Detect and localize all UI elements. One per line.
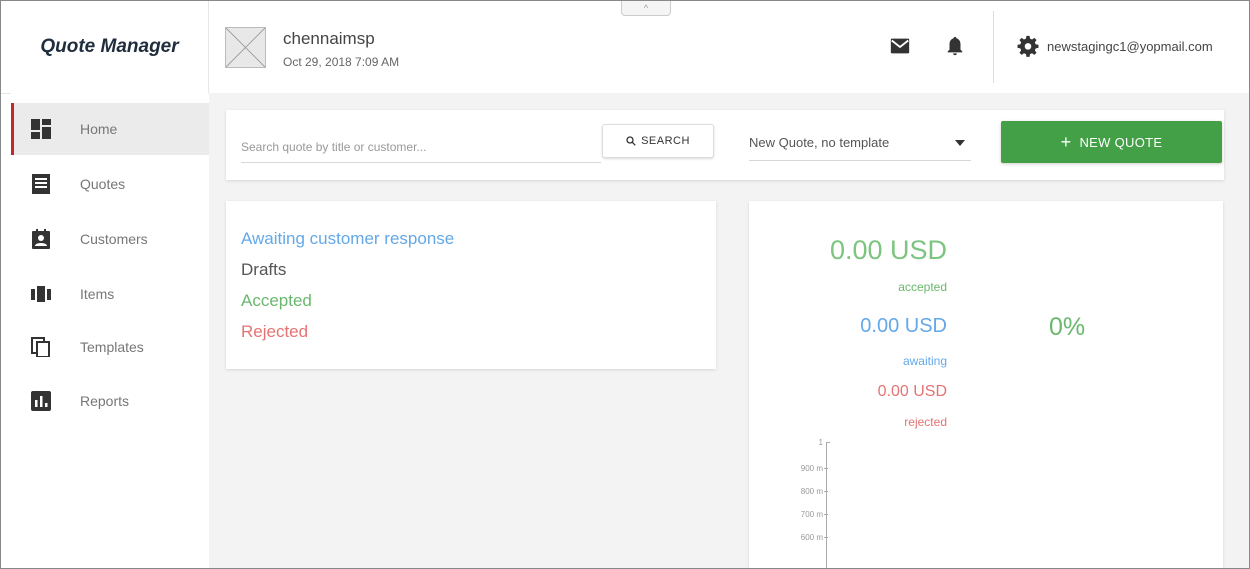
accepted-total-label: accepted [898,280,947,294]
image-placeholder-icon [226,28,265,67]
search-input[interactable] [241,132,601,163]
y-tick-label: 800 m [800,487,823,496]
sidebar-item-label: Home [80,121,118,137]
awaiting-response-link[interactable]: Awaiting customer response [241,229,454,249]
y-tick-label: 1 [818,438,823,447]
copy-icon [31,337,50,357]
sidebar-item-reports[interactable]: Reports [11,375,209,427]
y-tick [824,514,828,515]
new-quote-label: NEW QUOTE [1079,134,1163,150]
drafts-link[interactable]: Drafts [241,260,286,280]
awaiting-total-label: awaiting [902,354,947,368]
rejected-link[interactable]: Rejected [241,322,308,342]
sidebar-item-label: Templates [80,339,144,355]
org-date: Oct 29, 2018 7:09 AM [283,55,400,69]
sidebar-nav: Home Quotes Customers Items Templates Re… [11,93,209,568]
quote-stats-card: 0.00 USD accepted 0.00 USD awaiting 0.00… [749,201,1223,568]
org-avatar [225,27,266,68]
sidebar-item-label: Quotes [80,176,126,192]
top-header: Quote Manager chennaimsp Oct 29, 2018 7:… [1,1,1249,94]
plus-icon: + [1060,132,1072,152]
app-window: Quote Manager chennaimsp Oct 29, 2018 7:… [0,0,1250,569]
quote-status-card: Awaiting customer response Drafts Accept… [226,201,716,369]
dashboard-icon [31,119,51,139]
gear-icon [1017,35,1039,57]
sidebar-item-quotes[interactable]: Quotes [11,158,209,210]
mini-chart-axis: 1 900 m 800 m 700 m 600 m [769,431,859,568]
y-tick [826,442,830,443]
org-name: chennaimsp [283,29,375,48]
contact-icon [32,229,50,249]
y-tick [824,537,828,538]
document-icon [32,174,50,194]
template-select-value: New Quote, no template [749,135,890,150]
chevron-up-icon: ^ [643,3,649,13]
caret-down-icon [955,139,965,146]
main-content: SEARCH New Quote, no template + NEW QUOT… [209,93,1249,568]
brand-logo[interactable]: Quote Manager [11,1,209,93]
y-tick [824,491,828,492]
rejected-total-label: rejected [904,415,947,429]
accepted-total: 0.00 USD [829,235,947,265]
template-select[interactable]: New Quote, no template [749,125,971,161]
acceptance-percent: 0% [1049,313,1086,341]
search-icon [626,136,636,146]
items-icon [31,286,51,302]
search-button[interactable]: SEARCH [602,124,714,158]
y-axis-line [826,442,827,568]
chart-icon [31,391,51,411]
sidebar-item-templates[interactable]: Templates [11,321,209,373]
y-tick-label: 600 m [800,533,823,542]
sidebar-item-label: Reports [80,393,130,409]
new-quote-button[interactable]: + NEW QUOTE [1001,121,1222,163]
user-menu[interactable]: newstagingc1@yopmail.com [1017,35,1213,57]
accepted-link[interactable]: Accepted [241,291,312,311]
mail-icon[interactable] [889,35,911,57]
user-email: newstagingc1@yopmail.com [1047,38,1213,54]
y-tick [824,468,828,469]
sidebar-item-items[interactable]: Items [11,268,209,320]
sidebar-item-label: Items [80,286,115,302]
sidebar-item-customers[interactable]: Customers [11,213,209,265]
collapse-header-tab[interactable]: ^ [621,1,671,16]
search-button-label: SEARCH [641,135,690,147]
y-tick-label: 700 m [800,510,823,519]
search-toolbar: SEARCH New Quote, no template + NEW QUOT… [226,110,1224,180]
rejected-total: 0.00 USD [877,383,947,400]
awaiting-total: 0.00 USD [860,315,947,337]
y-tick-label: 900 m [800,464,823,473]
header-divider [993,11,994,83]
bell-icon[interactable] [944,35,966,57]
sidebar-item-home[interactable]: Home [11,103,209,155]
sidebar-item-label: Customers [80,231,148,247]
